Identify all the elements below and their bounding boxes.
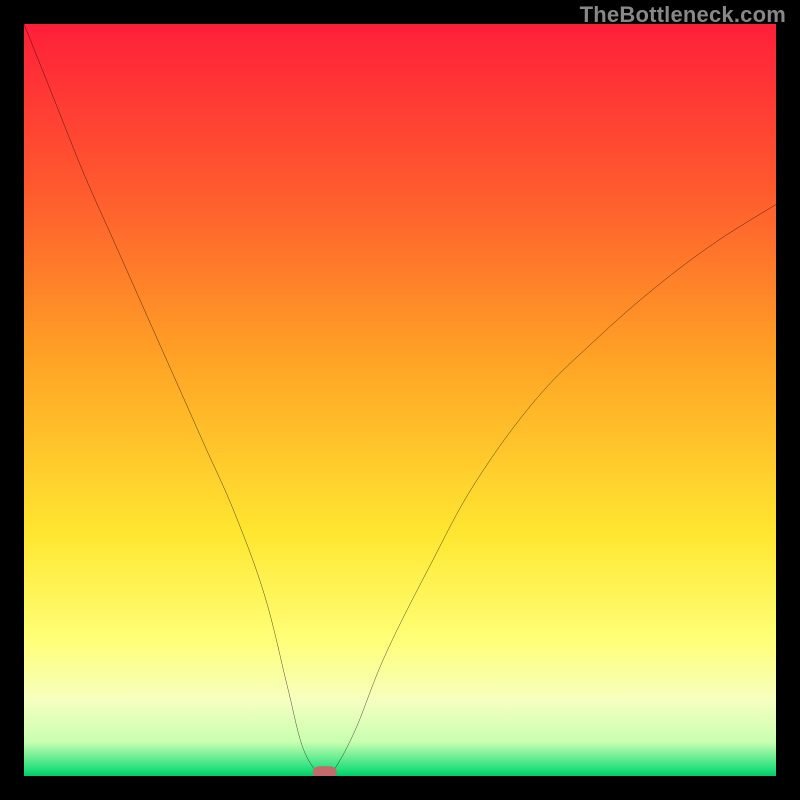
optimal-point-marker — [313, 766, 337, 776]
gradient-background — [24, 24, 776, 776]
bottleneck-chart — [24, 24, 776, 776]
chart-frame: TheBottleneck.com — [0, 0, 800, 800]
